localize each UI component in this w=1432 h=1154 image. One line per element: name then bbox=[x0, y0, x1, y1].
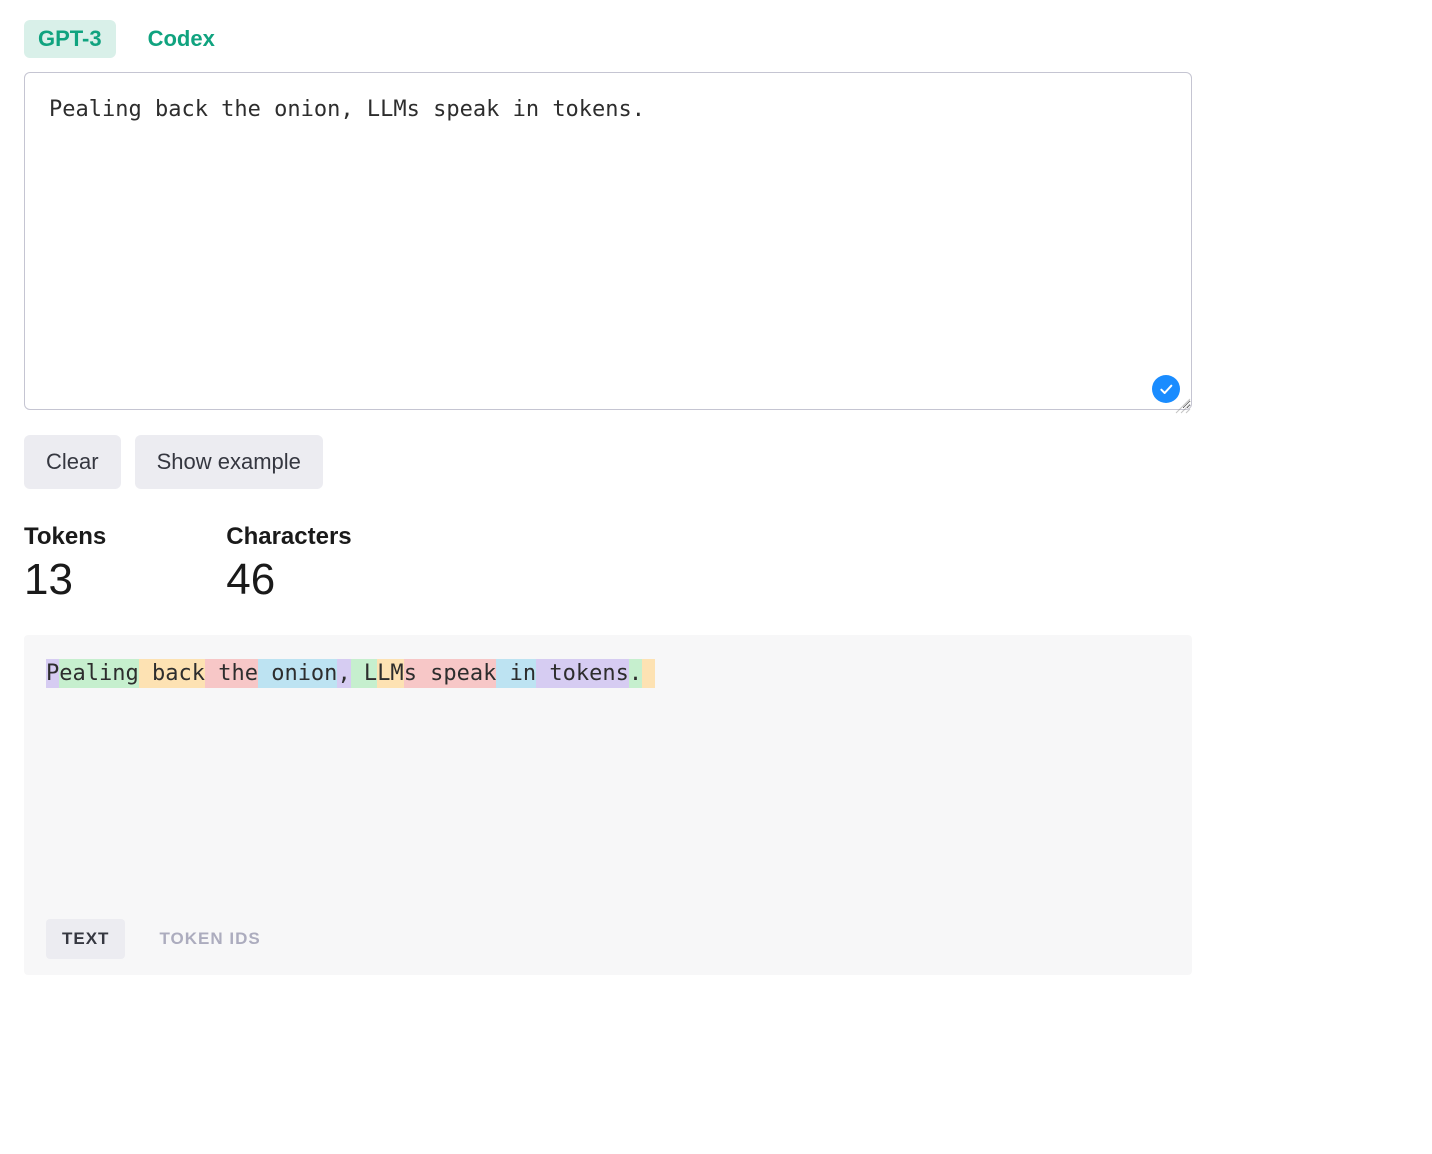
stat-characters: Characters 46 bbox=[226, 523, 351, 605]
token-span: the bbox=[205, 659, 258, 688]
token-span: L bbox=[351, 659, 378, 688]
check-badge-icon bbox=[1152, 375, 1180, 403]
tokenizer-input[interactable] bbox=[24, 72, 1192, 410]
model-tabs: GPT-3 Codex bbox=[24, 20, 1408, 58]
clear-button[interactable]: Clear bbox=[24, 435, 121, 489]
token-line: Pealing back the onion, LLMs speak in to… bbox=[46, 657, 1170, 690]
token-span: s bbox=[404, 659, 417, 688]
token-span: in bbox=[496, 659, 536, 688]
button-row: Clear Show example bbox=[24, 435, 1408, 489]
stat-tokens: Tokens 13 bbox=[24, 523, 106, 605]
token-span: . bbox=[629, 659, 642, 688]
tokens-value: 13 bbox=[24, 555, 106, 605]
token-span: , bbox=[337, 659, 350, 688]
token-visualization-panel: Pealing back the onion, LLMs speak in to… bbox=[24, 635, 1192, 975]
view-tabs: TEXT TOKEN IDS bbox=[46, 919, 1170, 959]
show-example-button[interactable]: Show example bbox=[135, 435, 323, 489]
token-span: speak bbox=[417, 659, 496, 688]
stats-row: Tokens 13 Characters 46 bbox=[24, 523, 1408, 605]
token-span: P bbox=[46, 659, 59, 688]
characters-label: Characters bbox=[226, 523, 351, 551]
token-span: LM bbox=[377, 659, 404, 688]
characters-value: 46 bbox=[226, 555, 351, 605]
token-span bbox=[642, 659, 655, 688]
tab-codex[interactable]: Codex bbox=[134, 20, 229, 58]
token-span: tokens bbox=[536, 659, 629, 688]
input-wrapper bbox=[24, 72, 1192, 415]
token-span: ealing bbox=[59, 659, 138, 688]
token-span: onion bbox=[258, 659, 337, 688]
token-span: back bbox=[139, 659, 205, 688]
view-tab-token-ids[interactable]: TOKEN IDS bbox=[143, 919, 276, 959]
tokens-label: Tokens bbox=[24, 523, 106, 551]
tab-gpt3[interactable]: GPT-3 bbox=[24, 20, 116, 58]
tokenizer-page: GPT-3 Codex Clear Show example Tokens 13… bbox=[0, 0, 1432, 1015]
view-tab-text[interactable]: TEXT bbox=[46, 919, 125, 959]
